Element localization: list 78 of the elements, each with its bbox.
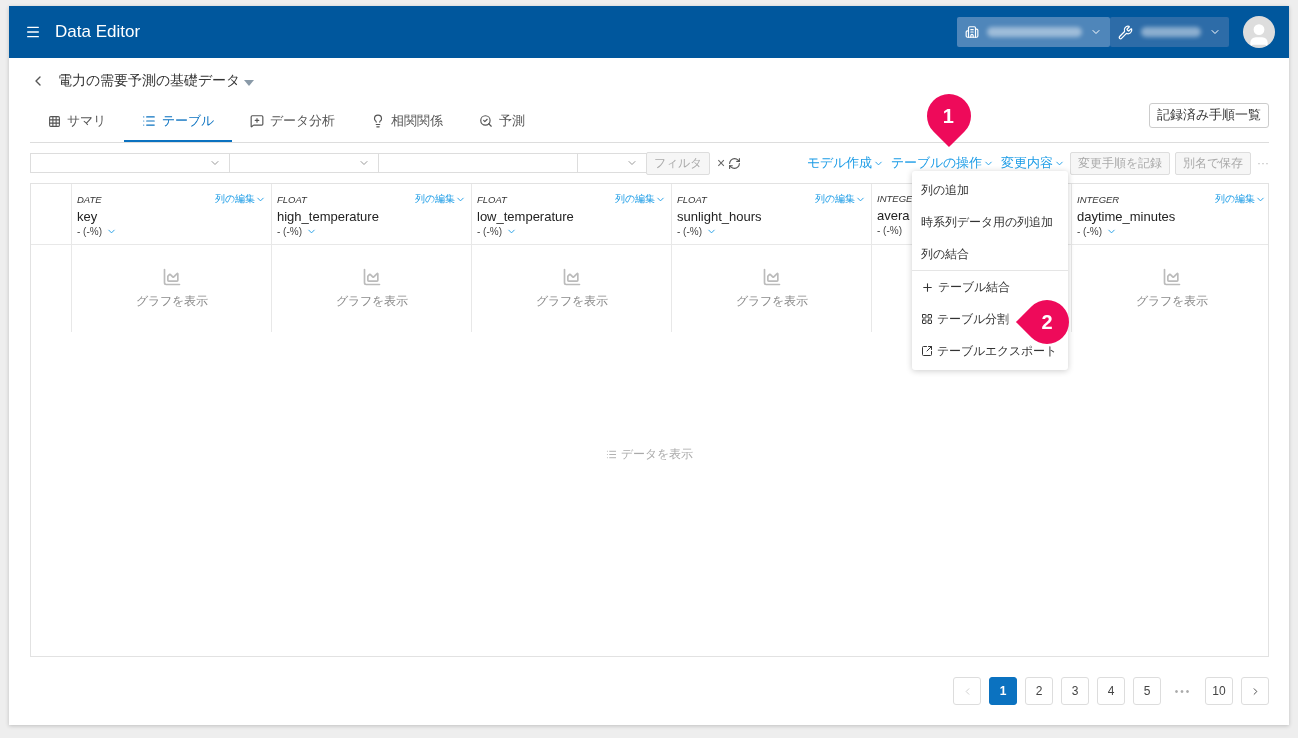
column-stat: - (-%) — [477, 226, 502, 237]
app-title: Data Editor — [55, 22, 142, 42]
search-icon — [479, 114, 493, 128]
tab[interactable]: サマリ — [30, 102, 124, 142]
menu-item[interactable]: 列の結合 — [912, 238, 978, 270]
page-button[interactable]: 1 — [989, 677, 1017, 705]
column-type: FLOAT — [277, 193, 307, 205]
page-button[interactable]: 3 — [1061, 677, 1089, 705]
action-link[interactable]: 変更内容 — [1001, 154, 1065, 172]
column-stat: - (-%) — [677, 226, 702, 237]
edit-column-link[interactable]: 列の編集 — [415, 192, 466, 206]
page-button[interactable]: 5 — [1133, 677, 1161, 705]
column-stat: - (-%) — [1077, 226, 1102, 237]
chart-icon[interactable] — [561, 267, 582, 287]
column-name: high_temperature — [277, 209, 379, 224]
show-graph-link[interactable]: グラフを表示 — [335, 293, 408, 310]
chart-icon[interactable] — [1161, 267, 1182, 287]
show-graph-link[interactable]: グラフを表示 — [735, 293, 808, 310]
grid-icon — [921, 313, 933, 325]
project-selector[interactable] — [1110, 17, 1229, 47]
column-name: low_temperature — [477, 209, 574, 224]
page-button[interactable]: 4 — [1097, 677, 1125, 705]
page-button[interactable]: 2 — [1025, 677, 1053, 705]
edit-column-link[interactable]: 列の編集 — [815, 192, 866, 206]
wrench-icon — [1118, 24, 1133, 40]
show-graph-link[interactable]: グラフを表示 — [1135, 293, 1208, 310]
column-stat: - (-%) — [77, 226, 102, 237]
column-type: FLOAT — [477, 193, 507, 205]
building-icon — [965, 25, 979, 39]
page-button[interactable]: 10 — [1205, 677, 1233, 705]
filter-select[interactable] — [378, 153, 578, 173]
column-type: INTEGER — [1077, 193, 1120, 205]
tab[interactable]: データ分析 — [232, 102, 353, 142]
column-name: key — [77, 209, 98, 224]
column-stat: - (-%) — [277, 226, 302, 237]
chart-icon[interactable] — [161, 267, 182, 287]
list-icon — [606, 448, 617, 460]
lightbulb-icon — [371, 114, 385, 128]
clear-filter-button[interactable]: × — [717, 155, 726, 171]
column-stat: - (-%) — [877, 225, 902, 236]
menu-item[interactable]: 時系列データ用の列追加 — [912, 206, 1062, 238]
chart-icon[interactable] — [761, 267, 782, 287]
column-type: FLOAT — [677, 193, 707, 205]
action-link[interactable]: テーブルの操作 — [891, 154, 994, 172]
page-ellipsis: ••• — [1173, 685, 1193, 697]
column-type: DATE — [77, 193, 102, 205]
dataset-title: 電力の需要予測の基礎データ — [58, 72, 240, 90]
column-type: INTEGE — [877, 193, 913, 204]
grid-icon — [48, 114, 61, 128]
edit-column-link[interactable]: 列の編集 — [615, 192, 666, 206]
column-name: daytime_minutes — [1077, 209, 1176, 224]
menu-item[interactable]: テーブル分割 — [912, 303, 1018, 335]
action-link[interactable]: モデル作成 — [807, 154, 884, 172]
next-page-button[interactable] — [1241, 677, 1269, 705]
edit-column-link[interactable]: 列の編集 — [1215, 192, 1266, 206]
tab[interactable]: テーブル — [124, 102, 232, 142]
organization-selector[interactable] — [957, 17, 1110, 47]
avatar[interactable] — [1243, 16, 1275, 48]
filter-select[interactable] — [577, 153, 647, 173]
refresh-icon[interactable] — [728, 156, 742, 170]
chart-icon[interactable] — [361, 267, 382, 287]
show-graph-link[interactable]: グラフを表示 — [135, 293, 208, 310]
plus-icon — [921, 280, 934, 294]
export-icon — [921, 345, 933, 357]
column-name: avera — [877, 208, 910, 223]
note-icon — [250, 114, 264, 128]
list-icon — [142, 114, 156, 128]
tab[interactable]: 相関関係 — [353, 102, 461, 142]
menu-icon[interactable] — [25, 24, 41, 40]
show-graph-link[interactable]: グラフを表示 — [535, 293, 608, 310]
tab[interactable]: 予測 — [461, 102, 543, 142]
edit-column-link[interactable]: 列の編集 — [215, 192, 266, 206]
column-name: sunlight_hours — [677, 209, 762, 224]
recorded-steps-button[interactable]: 記録済み手順一覧 — [1149, 103, 1269, 128]
menu-item[interactable]: 列の追加 — [912, 174, 978, 206]
filter-select[interactable] — [30, 153, 230, 173]
caret-icon[interactable] — [244, 79, 254, 86]
filter-select[interactable] — [229, 153, 379, 173]
